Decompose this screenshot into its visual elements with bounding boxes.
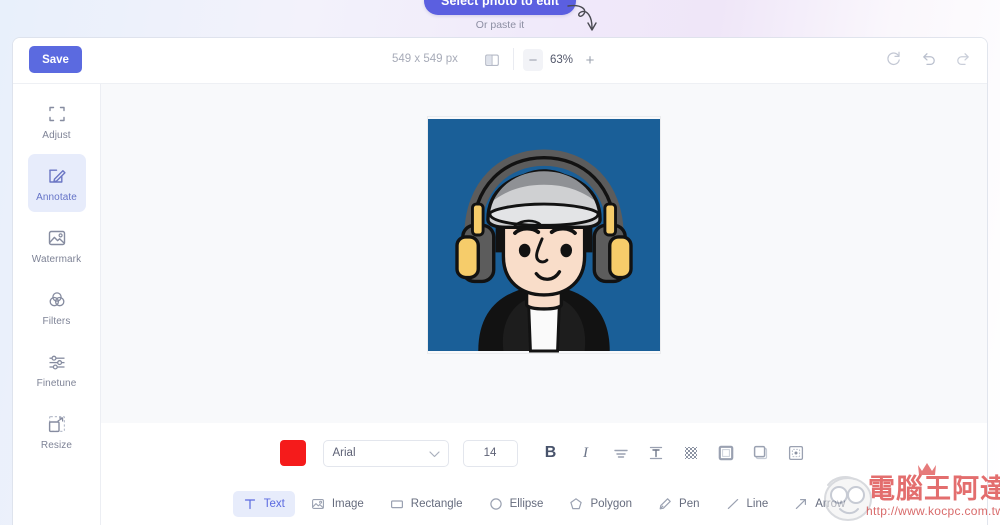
ellipse-icon xyxy=(489,498,502,510)
tool-rectangle[interactable]: Rectangle xyxy=(380,491,473,517)
sidebar-item-watermark[interactable]: Watermark xyxy=(28,216,86,274)
tool-label: Polygon xyxy=(590,498,633,510)
tool-arrow[interactable]: Arrow xyxy=(784,491,855,517)
italic-button[interactable]: I xyxy=(573,440,599,466)
tool-label: Text xyxy=(263,498,285,510)
select-photo-button[interactable]: Select photo to edit xyxy=(424,0,576,15)
compare-split-icon[interactable] xyxy=(483,51,501,69)
venn-icon xyxy=(49,291,64,306)
stroke-icon[interactable] xyxy=(713,440,739,466)
sliders-icon xyxy=(49,355,64,370)
zoom-in-button[interactable]: + xyxy=(580,49,600,71)
sidebar-item-label: Annotate xyxy=(36,191,77,203)
position-icon[interactable] xyxy=(783,440,809,466)
editor-window: Save 549 x 549 px − 63% + Adjust Annotat… xyxy=(13,38,987,525)
sidebar-item-finetune[interactable]: Finetune xyxy=(28,340,86,398)
tool-label: Arrow xyxy=(815,498,846,510)
tool-line[interactable]: Line xyxy=(716,491,779,517)
canvas-area[interactable] xyxy=(101,84,987,423)
sidebar-item-adjust[interactable]: Adjust xyxy=(28,92,86,150)
polygon-icon xyxy=(570,498,583,510)
redo-icon[interactable] xyxy=(954,49,973,68)
zoom-level-label: 63% xyxy=(550,54,574,66)
sidebar-item-label: Adjust xyxy=(42,129,71,141)
zoom-out-button[interactable]: − xyxy=(523,49,543,71)
tool-image[interactable]: Image xyxy=(301,491,374,517)
annotation-tools-toolbar: Text Image Rectangle Ellipse Polygon Pen… xyxy=(101,483,987,525)
opacity-icon[interactable] xyxy=(678,440,704,466)
undo-icon[interactable] xyxy=(919,49,938,68)
editor-topbar: Save 549 x 549 px − 63% + xyxy=(13,38,987,84)
sidebar-item-label: Watermark xyxy=(31,253,82,265)
image-icon xyxy=(48,230,65,245)
save-button[interactable]: Save xyxy=(29,46,82,73)
zoom-controls: − 63% + xyxy=(523,48,600,72)
resize-icon xyxy=(48,415,65,432)
text-icon xyxy=(244,499,255,510)
arrow-icon xyxy=(796,498,807,509)
tool-label: Ellipse xyxy=(509,498,544,510)
editor-body: Adjust Annotate Watermark Filters Finetu… xyxy=(13,84,987,525)
history-controls xyxy=(884,49,973,68)
tool-polygon[interactable]: Polygon xyxy=(559,491,642,517)
line-height-icon[interactable] xyxy=(643,440,669,466)
text-properties-toolbar: Arial B I xyxy=(101,423,987,483)
bold-button[interactable]: B xyxy=(538,440,564,466)
tool-label: Pen xyxy=(679,498,700,510)
line-icon xyxy=(727,498,738,509)
pen-icon xyxy=(659,498,671,510)
editor-sidebar: Adjust Annotate Watermark Filters Finetu… xyxy=(13,84,101,525)
image-icon xyxy=(311,499,324,509)
shadow-icon[interactable] xyxy=(748,440,774,466)
image-dimensions-label: 549 x 549 px xyxy=(392,53,458,65)
reset-icon[interactable] xyxy=(884,49,903,68)
curved-arrow-icon xyxy=(567,4,597,31)
toolbar-divider xyxy=(513,48,514,70)
sidebar-item-resize[interactable]: Resize xyxy=(28,402,86,460)
crop-icon xyxy=(48,106,65,121)
sidebar-item-label: Filters xyxy=(42,315,71,327)
sidebar-item-label: Finetune xyxy=(36,377,77,389)
color-picker-swatch[interactable] xyxy=(279,440,306,466)
tool-label: Rectangle xyxy=(410,498,463,510)
font-family-select[interactable]: Arial xyxy=(322,439,449,467)
tool-pen[interactable]: Pen xyxy=(648,491,709,517)
tool-text[interactable]: Text xyxy=(232,491,295,517)
sidebar-item-annotate[interactable]: Annotate xyxy=(27,154,86,212)
editor-main: Arial B I xyxy=(101,84,987,525)
paste-hint-label: Or paste it xyxy=(475,19,525,31)
tool-label: Image xyxy=(331,498,364,510)
tool-ellipse[interactable]: Ellipse xyxy=(479,491,554,517)
font-family-value: Arial xyxy=(332,447,356,459)
tool-label: Line xyxy=(746,498,769,510)
sidebar-item-filters[interactable]: Filters xyxy=(28,278,86,336)
rectangle-icon xyxy=(390,500,403,509)
promo-banner: Select photo to edit Or paste it xyxy=(0,0,1000,40)
text-align-icon[interactable] xyxy=(608,440,634,466)
font-size-input[interactable] xyxy=(462,439,518,467)
zoom-out-label: − xyxy=(528,51,538,69)
chevron-down-icon xyxy=(428,450,440,457)
pencil-icon xyxy=(48,169,66,183)
canvas-image[interactable] xyxy=(428,117,660,353)
sidebar-item-label: Resize xyxy=(40,439,73,451)
